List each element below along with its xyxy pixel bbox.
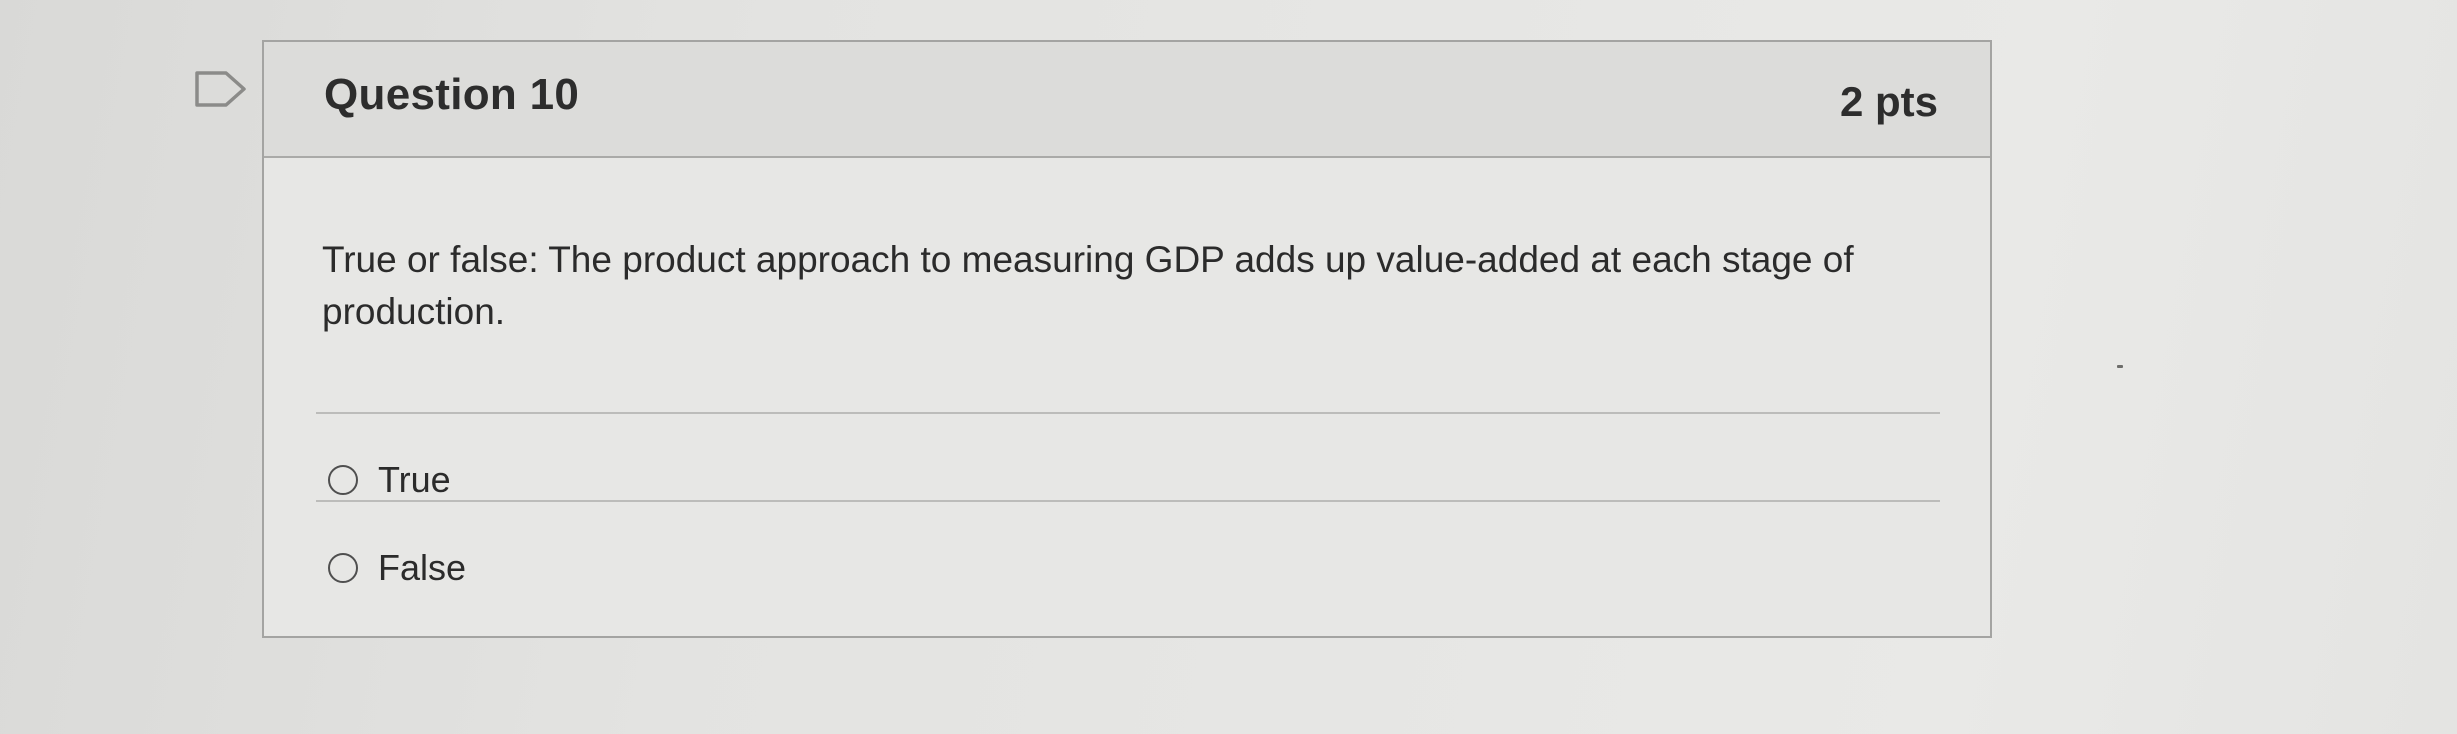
question-title: Question 10 xyxy=(324,70,580,119)
radio-button-icon[interactable] xyxy=(328,553,358,583)
radio-button-icon[interactable] xyxy=(328,465,358,495)
answer-divider xyxy=(316,500,1940,502)
question-text: True or false: The product approach to m… xyxy=(322,239,1854,332)
answer-option-false[interactable]: False xyxy=(328,542,466,594)
question-card: Question 10 2 pts True or false: The pro… xyxy=(262,40,1992,638)
question-points: 2 pts xyxy=(1839,78,1938,125)
answers-top-divider xyxy=(316,412,1940,414)
question-header: Question 10 2 pts xyxy=(264,42,1990,158)
screen-speck xyxy=(2117,365,2123,368)
answer-label: True xyxy=(378,459,451,500)
flag-question-icon[interactable] xyxy=(192,66,252,112)
answer-label: False xyxy=(378,547,467,588)
answer-option-true[interactable]: True xyxy=(328,454,451,506)
